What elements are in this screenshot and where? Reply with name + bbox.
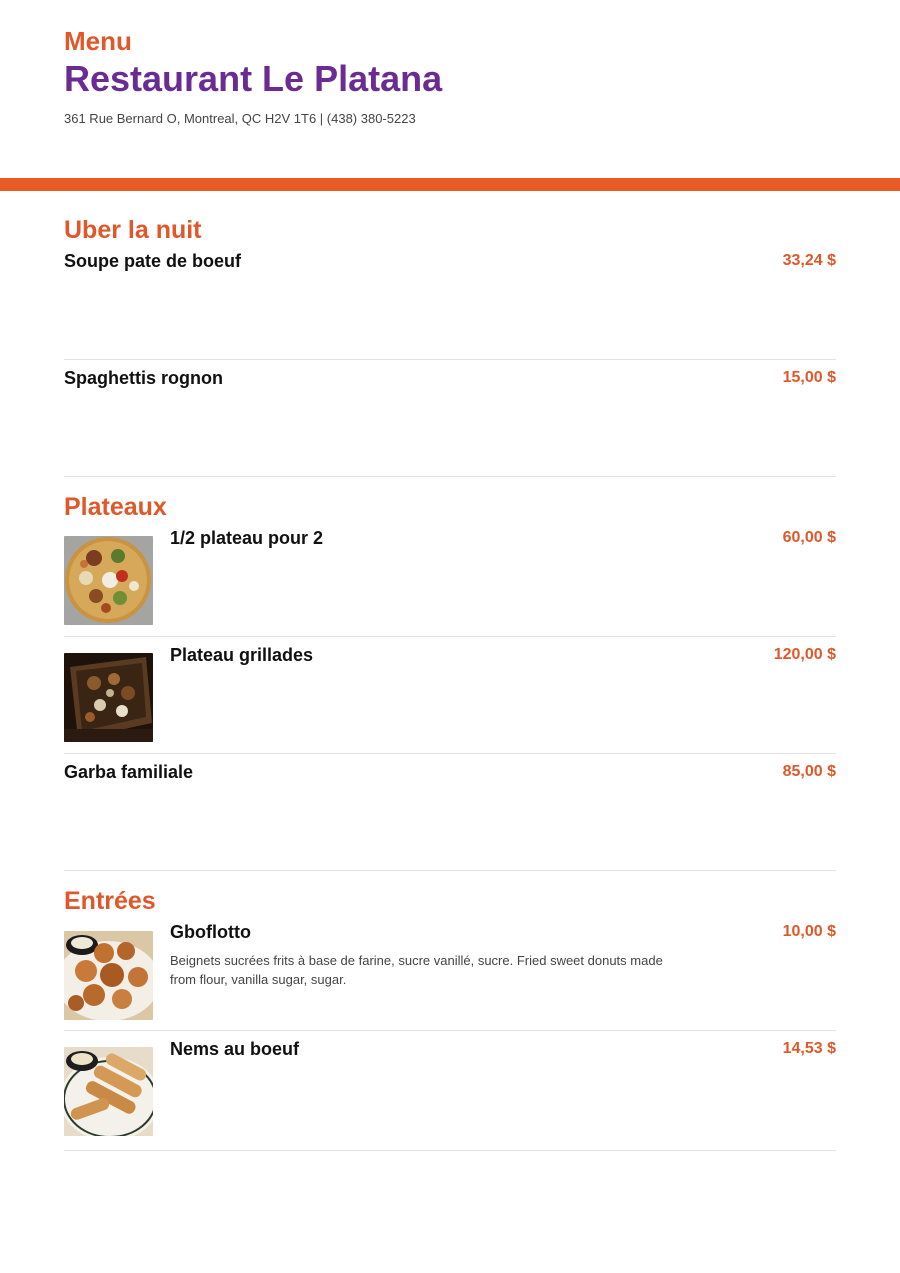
item-price: 120,00 $ <box>773 646 836 663</box>
item-name: Garba familiale <box>64 762 194 782</box>
menu-header: Menu Restaurant Le Platana 361 Rue Berna… <box>64 26 844 127</box>
donuts-photo <box>64 931 153 1020</box>
item-price: 60,00 $ <box>782 529 836 546</box>
item-name: Gboflotto <box>170 922 251 942</box>
item-name: Plateau grillades <box>170 645 314 665</box>
restaurant-name: Restaurant Le Platana <box>64 58 443 99</box>
item-price: 85,00 $ <box>782 763 836 780</box>
item-price: 10,00 $ <box>782 923 836 940</box>
restaurant-address: 361 Rue Bernard O, Montreal, QC H2V 1T6 … <box>64 111 416 126</box>
menu-item[interactable]: Gboflotto Beignets sucrées frits à base … <box>64 917 836 1031</box>
menu-item[interactable]: Plateau grillades 120,00 $ <box>64 637 836 754</box>
menu-label: Menu <box>64 26 132 56</box>
item-name: Soupe pate de boeuf <box>64 251 242 271</box>
item-description: Beignets sucrées frits à base de farine,… <box>170 953 663 987</box>
item-name: Spaghettis rognon <box>64 368 223 388</box>
menu-section-entrees: Entrées Gboflotto Beignets sucrées frits… <box>64 885 836 1151</box>
section-title: Entrées <box>64 887 156 915</box>
item-name: Nems au boeuf <box>170 1039 300 1059</box>
header-divider-band <box>0 178 900 191</box>
item-price: 14,53 $ <box>782 1040 836 1057</box>
section-title: Uber la nuit <box>64 216 202 244</box>
item-name: 1/2 plateau pour 2 <box>170 528 324 548</box>
item-price: 33,24 $ <box>782 252 836 269</box>
menu-content: Uber la nuit Soupe pate de boeuf 33,24 $… <box>64 214 836 1151</box>
menu-item[interactable]: Soupe pate de boeuf 33,24 $ <box>64 246 836 360</box>
platter-photo <box>64 536 153 625</box>
menu-item[interactable]: 1/2 plateau pour 2 60,00 $ <box>64 523 836 637</box>
menu-item[interactable]: Garba familiale 85,00 $ <box>64 754 836 871</box>
section-title: Plateaux <box>64 493 167 521</box>
menu-section-plateaux: Plateaux 1/2 plateau pour 2 60,00 $ Plat… <box>64 491 836 871</box>
menu-item[interactable]: Nems au boeuf 14,53 $ <box>64 1031 836 1151</box>
grill-platter-photo <box>64 653 153 742</box>
item-price: 15,00 $ <box>782 369 836 386</box>
menu-section-uber-la-nuit: Uber la nuit Soupe pate de boeuf 33,24 $… <box>64 214 836 477</box>
spring-rolls-photo <box>64 1047 153 1136</box>
menu-item[interactable]: Spaghettis rognon 15,00 $ <box>64 360 836 477</box>
